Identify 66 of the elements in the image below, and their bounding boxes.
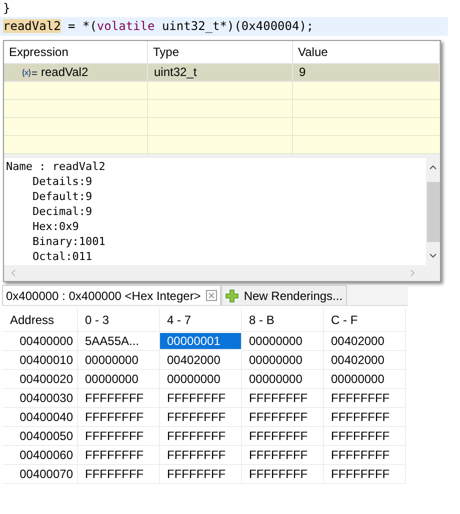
column-header[interactable]: 8 - B — [242, 308, 324, 332]
memory-cell[interactable]: FFFFFFFF — [324, 389, 406, 408]
tab-label: New Renderings... — [244, 288, 343, 302]
close-icon[interactable] — [206, 290, 217, 301]
detail-line: Name : readVal2 — [6, 159, 106, 174]
memory-cell[interactable]: 00402000 — [160, 351, 242, 370]
memory-cell[interactable]: 00000000 — [160, 370, 242, 389]
memory-cell[interactable]: FFFFFFFF — [242, 408, 324, 427]
detail-line: Octal:011 — [31, 249, 94, 264]
memory-cell[interactable]: 00000000 — [78, 351, 160, 370]
detail-line: Details:9 — [31, 174, 94, 189]
memory-cell[interactable]: FFFFFFFF — [160, 389, 242, 408]
memory-cell[interactable]: FFFFFFFF — [324, 408, 406, 427]
memory-cell[interactable]: FFFFFFFF — [78, 465, 160, 484]
expression-name: readVal2 — [41, 64, 88, 81]
memory-cell[interactable]: FFFFFFFF — [242, 389, 324, 408]
plus-icon — [224, 288, 239, 302]
memory-cell[interactable]: FFFFFFFF — [78, 389, 160, 408]
address-cell: 00400030 — [3, 389, 78, 408]
rendering-tab[interactable]: 0x400000 : 0x400000 <Hex Integer> — [2, 285, 221, 305]
memory-cell[interactable]: 00000000 — [324, 370, 406, 389]
address-cell: 00400050 — [3, 427, 78, 446]
memory-cell[interactable]: FFFFFFFF — [160, 427, 242, 446]
horizontal-scrollbar[interactable] — [4, 265, 440, 281]
memory-cell[interactable]: FFFFFFFF — [160, 408, 242, 427]
memory-cell[interactable]: FFFFFFFF — [242, 446, 324, 465]
column-header[interactable]: Address — [3, 308, 78, 332]
scroll-up-icon[interactable] — [429, 164, 437, 170]
memory-cell[interactable]: 00000000 — [78, 370, 160, 389]
memory-cell[interactable]: 00402000 — [324, 351, 406, 370]
address-cell: 00400000 — [3, 332, 78, 351]
rendering-tab[interactable]: New Renderings... — [220, 285, 347, 305]
column-header[interactable]: C - F — [324, 308, 406, 332]
memory-cell[interactable]: FFFFFFFF — [160, 446, 242, 465]
address-cell: 00400010 — [3, 351, 78, 370]
memory-cell[interactable]: 00000000 — [242, 332, 324, 351]
memory-cell[interactable]: FFFFFFFF — [78, 427, 160, 446]
memory-cell[interactable]: FFFFFFFF — [78, 446, 160, 465]
memory-cell[interactable]: FFFFFFFF — [78, 408, 160, 427]
memory-cell[interactable]: FFFFFFFF — [242, 465, 324, 484]
memory-cell[interactable]: FFFFFFFF — [160, 465, 242, 484]
scroll-right-icon[interactable] — [410, 269, 416, 277]
address-cell: 00400070 — [3, 465, 78, 484]
detail-line: Decimal:9 — [31, 204, 94, 219]
memory-cell[interactable]: FFFFFFFF — [324, 465, 406, 484]
memory-cell[interactable]: 00000001 — [160, 333, 242, 350]
code-line: } — [2, 0, 12, 17]
tab-label: 0x400000 : 0x400000 <Hex Integer> — [6, 288, 201, 302]
column-header[interactable]: 4 - 7 — [160, 308, 242, 332]
scroll-left-icon[interactable] — [10, 269, 16, 277]
address-cell: 00400060 — [3, 446, 78, 465]
expression-row[interactable]: readVal2 uint32_t 9 — [4, 64, 440, 82]
address-cell: 00400040 — [3, 408, 78, 427]
detail-line: Binary:1001 — [31, 234, 106, 249]
memory-cell[interactable]: FFFFFFFF — [324, 446, 406, 465]
variable-icon — [22, 68, 38, 78]
detail-line: Default:9 — [31, 189, 94, 204]
memory-cell[interactable]: 00402000 — [324, 332, 406, 351]
memory-cell[interactable]: 00000000 — [242, 351, 324, 370]
memory-cell[interactable]: 00000000 — [242, 370, 324, 389]
memory-cell[interactable]: FFFFFFFF — [242, 427, 324, 446]
memory-cell[interactable]: FFFFFFFF — [324, 427, 406, 446]
address-cell: 00400020 — [3, 370, 78, 389]
detail-line: Hex:0x9 — [31, 219, 80, 234]
column-header[interactable]: 0 - 3 — [78, 308, 160, 332]
scroll-down-icon[interactable] — [429, 253, 437, 259]
